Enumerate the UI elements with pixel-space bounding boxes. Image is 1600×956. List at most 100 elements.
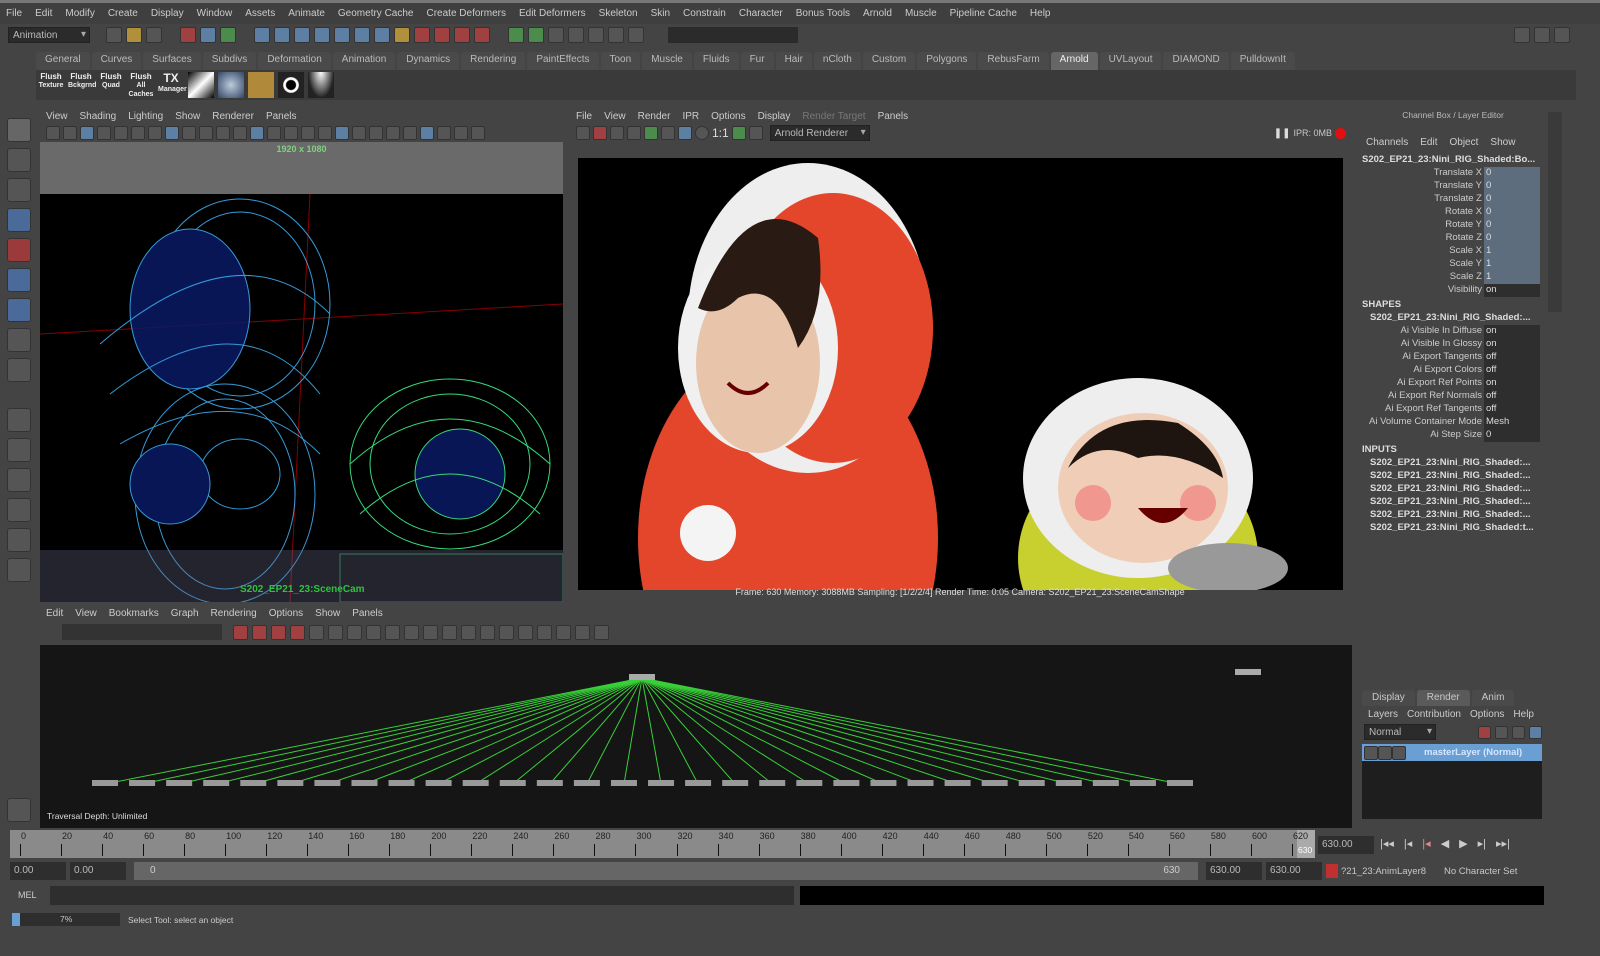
rgb-channels-icon[interactable] [678,126,692,140]
menu-constrain[interactable]: Constrain [683,8,726,19]
save-scene-icon[interactable] [146,27,162,43]
layer-row-master[interactable]: masterLayer (Normal) [1362,744,1542,761]
magnet-icon[interactable] [474,27,490,43]
channel-row[interactable]: Visibility on [1362,284,1540,297]
hypergraph-tool-icon[interactable] [366,624,381,640]
snap-live-icon[interactable] [334,27,350,43]
viewport-menu-view[interactable]: View [46,111,68,122]
remove-image-icon[interactable] [748,126,763,140]
hypergraph-search-input[interactable] [62,624,222,640]
hypergraph-node[interactable] [1055,780,1082,786]
viewport-tool-icon[interactable] [114,126,128,140]
area-light-icon[interactable] [188,72,214,98]
shelf-button-3[interactable]: Flush All Caches [128,72,154,98]
hypergraph-node[interactable] [907,780,934,786]
hypergraph-tool-icon[interactable] [271,624,286,640]
light-portal-icon[interactable] [308,72,334,98]
shelf-tab-general[interactable]: General [36,52,90,70]
channel-menu-channels[interactable]: Channels [1366,137,1408,148]
shelf-tab-painteffects[interactable]: PaintEffects [527,52,599,70]
hypergraph-menu-view[interactable]: View [75,608,97,619]
layout-two-icon[interactable] [7,468,31,492]
channel-value[interactable]: 0 [1484,167,1540,180]
new-layer-icon[interactable] [1478,725,1491,739]
render-menu-display[interactable]: Display [758,111,791,122]
hypergraph-node[interactable] [129,780,156,786]
layout-persp-graph-icon[interactable] [7,498,31,522]
channel-menu-edit[interactable]: Edit [1420,137,1437,148]
layout-single-icon[interactable] [7,408,31,432]
hypergraph-node[interactable] [1235,669,1261,675]
shelf-tab-animation[interactable]: Animation [332,52,396,70]
channel-value[interactable]: 0 [1484,180,1540,193]
viewport-tool-icon[interactable] [386,126,400,140]
select-object-icon[interactable] [200,27,216,43]
redo-render-icon[interactable] [576,126,590,140]
channel-row[interactable]: Rotate Z0 [1362,232,1540,245]
shelf-tab-custom[interactable]: Custom [862,52,916,70]
shelf-tab-diamond[interactable]: DIAMOND [1163,52,1229,70]
time-slider[interactable]: 630 0 20 40 60 80 100 120 140 160 180 200 220 240 260… [10,830,1315,858]
render-settings-icon[interactable] [661,126,675,140]
viewport-menu-renderer[interactable]: Renderer [212,111,254,122]
play-forwards-icon[interactable]: ▶ [1459,837,1467,850]
viewport-tool-icon[interactable] [182,126,196,140]
open-scene-icon[interactable] [126,27,142,43]
viewport-tool-icon[interactable] [437,126,451,140]
ipr-render-icon[interactable] [608,27,624,43]
hypergraph-tool-icon[interactable] [461,624,476,640]
construction-history-icon[interactable] [548,27,564,43]
move-tool-icon[interactable] [7,208,31,232]
channel-value[interactable]: off [1484,403,1540,416]
channel-row[interactable]: Rotate Y0 [1362,219,1540,232]
channel-row[interactable]: Ai Export Tangents off [1362,351,1540,364]
lasso-tool-icon[interactable] [7,148,31,172]
hypergraph-tool-icon[interactable] [233,624,248,640]
viewport-tool-icon[interactable] [284,126,298,140]
scale-tool-icon[interactable] [7,268,31,292]
hypergraph-node[interactable] [314,780,341,786]
new-scene-icon[interactable] [106,27,122,43]
help-icon[interactable] [374,27,390,43]
hypergraph-node[interactable] [536,780,563,786]
channel-row[interactable]: Scale X1 [1362,245,1540,258]
shelf-tab-dynamics[interactable]: Dynamics [397,52,460,70]
start-time-field[interactable]: 0.00 [10,862,66,880]
hypergraph-node[interactable] [944,780,971,786]
channel-row[interactable]: Rotate X0 [1362,206,1540,219]
snap-curve-icon[interactable] [274,27,290,43]
menu-pipeline-cache[interactable]: Pipeline Cache [950,8,1017,19]
channel-value[interactable]: 0 [1484,193,1540,206]
channel-row[interactable]: Ai Export Ref Normals off [1362,390,1540,403]
viewport-tool-icon[interactable] [131,126,145,140]
channel-value[interactable]: 0 [1484,232,1540,245]
viewport-canvas[interactable]: 1920 x 1080 S202_EP21_23:SceneCam [40,142,563,602]
hypergraph-tool-icon[interactable] [347,624,362,640]
end-time-field[interactable]: 630.00 [1266,862,1322,880]
viewport-tool-icon[interactable] [454,126,468,140]
layout-graph-icon[interactable] [7,558,31,582]
rotate-tool-icon[interactable] [7,238,31,262]
select-hierarchy-icon[interactable] [180,27,196,43]
hypergraph-tool-icon[interactable] [385,624,400,640]
viewport-tool-icon[interactable] [318,126,332,140]
hypergraph-node[interactable] [722,780,749,786]
hypergraph-node[interactable] [240,780,267,786]
hypergraph-tool-icon[interactable] [480,624,495,640]
snapshot-icon[interactable] [610,126,624,140]
channel-value[interactable]: 1 [1484,271,1540,284]
hypergraph-node[interactable] [648,780,675,786]
hypergraph-tool-icon[interactable] [499,624,514,640]
viewport-tool-icon[interactable] [63,126,77,140]
magnet-icon[interactable] [434,27,450,43]
lock-icon[interactable] [394,27,410,43]
input-node[interactable]: S202_EP21_23:Nini_RIG_Shaded:... [1362,509,1540,522]
hypergraph-menu-show[interactable]: Show [315,608,340,619]
hypergraph-node[interactable] [1167,780,1193,786]
side-tabs[interactable] [1548,112,1562,312]
real-size-button[interactable]: 1:1 [712,126,729,140]
command-language-toggle[interactable]: MEL [10,886,46,904]
hypergraph-node[interactable] [981,780,1008,786]
render-settings-icon[interactable] [568,27,584,43]
step-back-key-icon[interactable]: |◂ [1422,837,1430,850]
